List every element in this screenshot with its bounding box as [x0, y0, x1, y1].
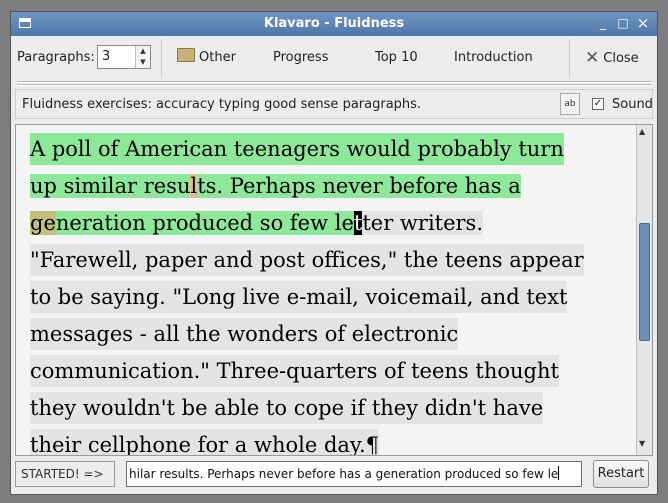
- close-icon: ✕: [585, 48, 600, 68]
- separator: [569, 39, 570, 77]
- typed-text: neration produced so few le: [55, 211, 354, 235]
- scroll-up-icon[interactable]: ▲: [639, 127, 645, 136]
- introduction-button[interactable]: Introduction: [454, 44, 533, 72]
- separator: [161, 39, 162, 77]
- exercise-description: Fluidness exercises: accuracy typing goo…: [22, 97, 422, 112]
- vertical-scrollbar[interactable]: ▲ ▼: [636, 125, 652, 455]
- typo-mark: g: [30, 211, 44, 235]
- typed-text: up similar resu: [30, 174, 191, 198]
- text-caret: [558, 466, 560, 480]
- text-line: A poll of American teenagers would proba…: [30, 133, 564, 165]
- folder-icon: [177, 48, 195, 62]
- toolbar: Paragraphs: 3 ▲ ▼ Other Progress Top 10 I…: [11, 37, 657, 79]
- close-button[interactable]: ✕ Close: [585, 44, 639, 72]
- font-select-button[interactable]: ab: [560, 93, 580, 115]
- typing-input[interactable]: hilar results. Perhaps never before has …: [126, 461, 582, 487]
- text-line: messages - all the wonders of electronic: [30, 318, 459, 350]
- info-bar: Fluidness exercises: accuracy typing goo…: [15, 89, 653, 119]
- paragraphs-label: Paragraphs:: [17, 50, 95, 65]
- typo-mark: e: [43, 211, 56, 235]
- window-title: Klavaro - Fluidness: [263, 16, 405, 31]
- status-label: STARTED! =>: [15, 461, 115, 487]
- progress-button[interactable]: Progress: [273, 44, 328, 72]
- paragraphs-value[interactable]: 3: [102, 49, 110, 64]
- text-line: communication." Three-quarters of teens …: [30, 355, 559, 387]
- divider: [17, 81, 651, 83]
- text-line: up similar results. Perhaps never before…: [30, 170, 521, 202]
- sound-label[interactable]: Sound: [612, 97, 653, 112]
- top10-button[interactable]: Top 10: [375, 44, 418, 72]
- bottom-bar: STARTED! => hilar results. Perhaps never…: [11, 458, 657, 494]
- typed-entry-text: hilar results. Perhaps never before has …: [129, 467, 559, 481]
- restart-button[interactable]: Restart: [593, 460, 649, 488]
- divider: [17, 84, 651, 86]
- exercise-text-view[interactable]: A poll of American teenagers would proba…: [15, 124, 653, 456]
- maximize-button[interactable]: □: [615, 15, 631, 31]
- spin-arrows-icon[interactable]: ▲ ▼: [135, 46, 150, 68]
- text-line: they wouldn't be able to cope if they di…: [30, 392, 544, 424]
- text-line: generation produced so few letter writer…: [30, 207, 484, 239]
- text-line: "Farewell, paper and post offices," the …: [30, 244, 584, 276]
- untyped-text: ter writers.: [362, 211, 484, 235]
- typed-text: ts. Perhaps never before has a: [197, 174, 521, 198]
- other-label: Other: [199, 50, 236, 65]
- other-button[interactable]: Other: [177, 44, 236, 72]
- text-line: their cellphone for a whole day.¶: [30, 429, 380, 455]
- text-line: to be saying. "Long live e-mail, voicema…: [30, 281, 568, 313]
- main-window: Klavaro - Fluidness _ □ × Paragraphs: 3 …: [10, 11, 658, 495]
- close-label: Close: [603, 51, 639, 66]
- sound-checkbox[interactable]: ✓: [592, 98, 604, 110]
- paragraphs-spinbutton[interactable]: 3 ▲ ▼: [97, 45, 151, 69]
- scrollbar-thumb[interactable]: [639, 223, 650, 341]
- minimize-button[interactable]: _: [595, 15, 611, 31]
- close-window-button[interactable]: ×: [635, 15, 651, 31]
- title-bar[interactable]: Klavaro - Fluidness _ □ ×: [11, 12, 657, 36]
- scroll-down-icon[interactable]: ▼: [639, 439, 645, 448]
